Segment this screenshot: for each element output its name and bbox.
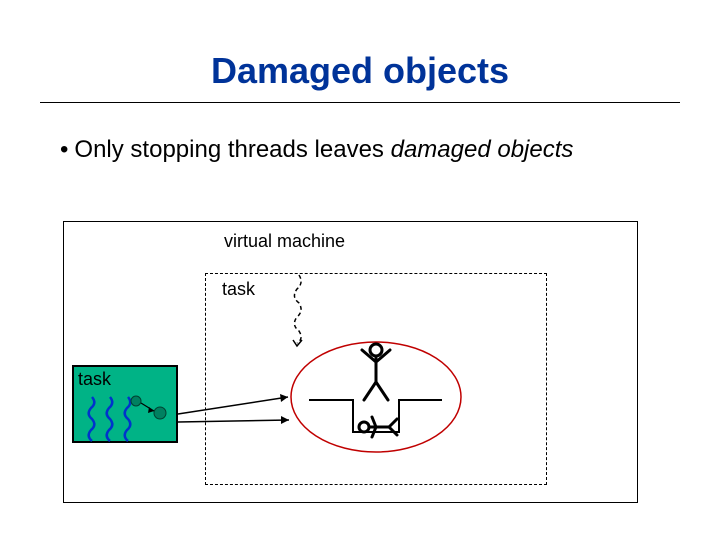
slide: Damaged objects •Only stopping threads l… bbox=[0, 0, 720, 540]
tiny-pointer bbox=[141, 403, 154, 411]
title-underline bbox=[40, 102, 680, 103]
wavy-thread-blue-1 bbox=[89, 397, 95, 441]
wavy-thread-blue-3 bbox=[125, 397, 131, 441]
bullet-dot: • bbox=[60, 134, 68, 165]
wavy-thread-blue-2 bbox=[107, 397, 113, 441]
bullet-text-italic: damaged objects bbox=[391, 136, 574, 163]
dashed-task-outline bbox=[205, 273, 547, 485]
green-task-box: task bbox=[72, 365, 178, 443]
bullet-text-prefix: Only stopping threads leaves bbox=[74, 136, 390, 163]
slide-title: Damaged objects bbox=[0, 50, 720, 92]
virtual-machine-box: virtual machine task bbox=[63, 221, 638, 503]
tiny-pointer-head bbox=[148, 407, 154, 413]
object-circle-2 bbox=[154, 407, 166, 419]
object-circle-1 bbox=[131, 396, 141, 406]
dashed-task-label: task bbox=[220, 279, 257, 300]
virtual-machine-label: virtual machine bbox=[224, 231, 345, 252]
bullet-item: •Only stopping threads leaves damaged ob… bbox=[60, 134, 680, 165]
green-task-label: task bbox=[78, 369, 111, 390]
